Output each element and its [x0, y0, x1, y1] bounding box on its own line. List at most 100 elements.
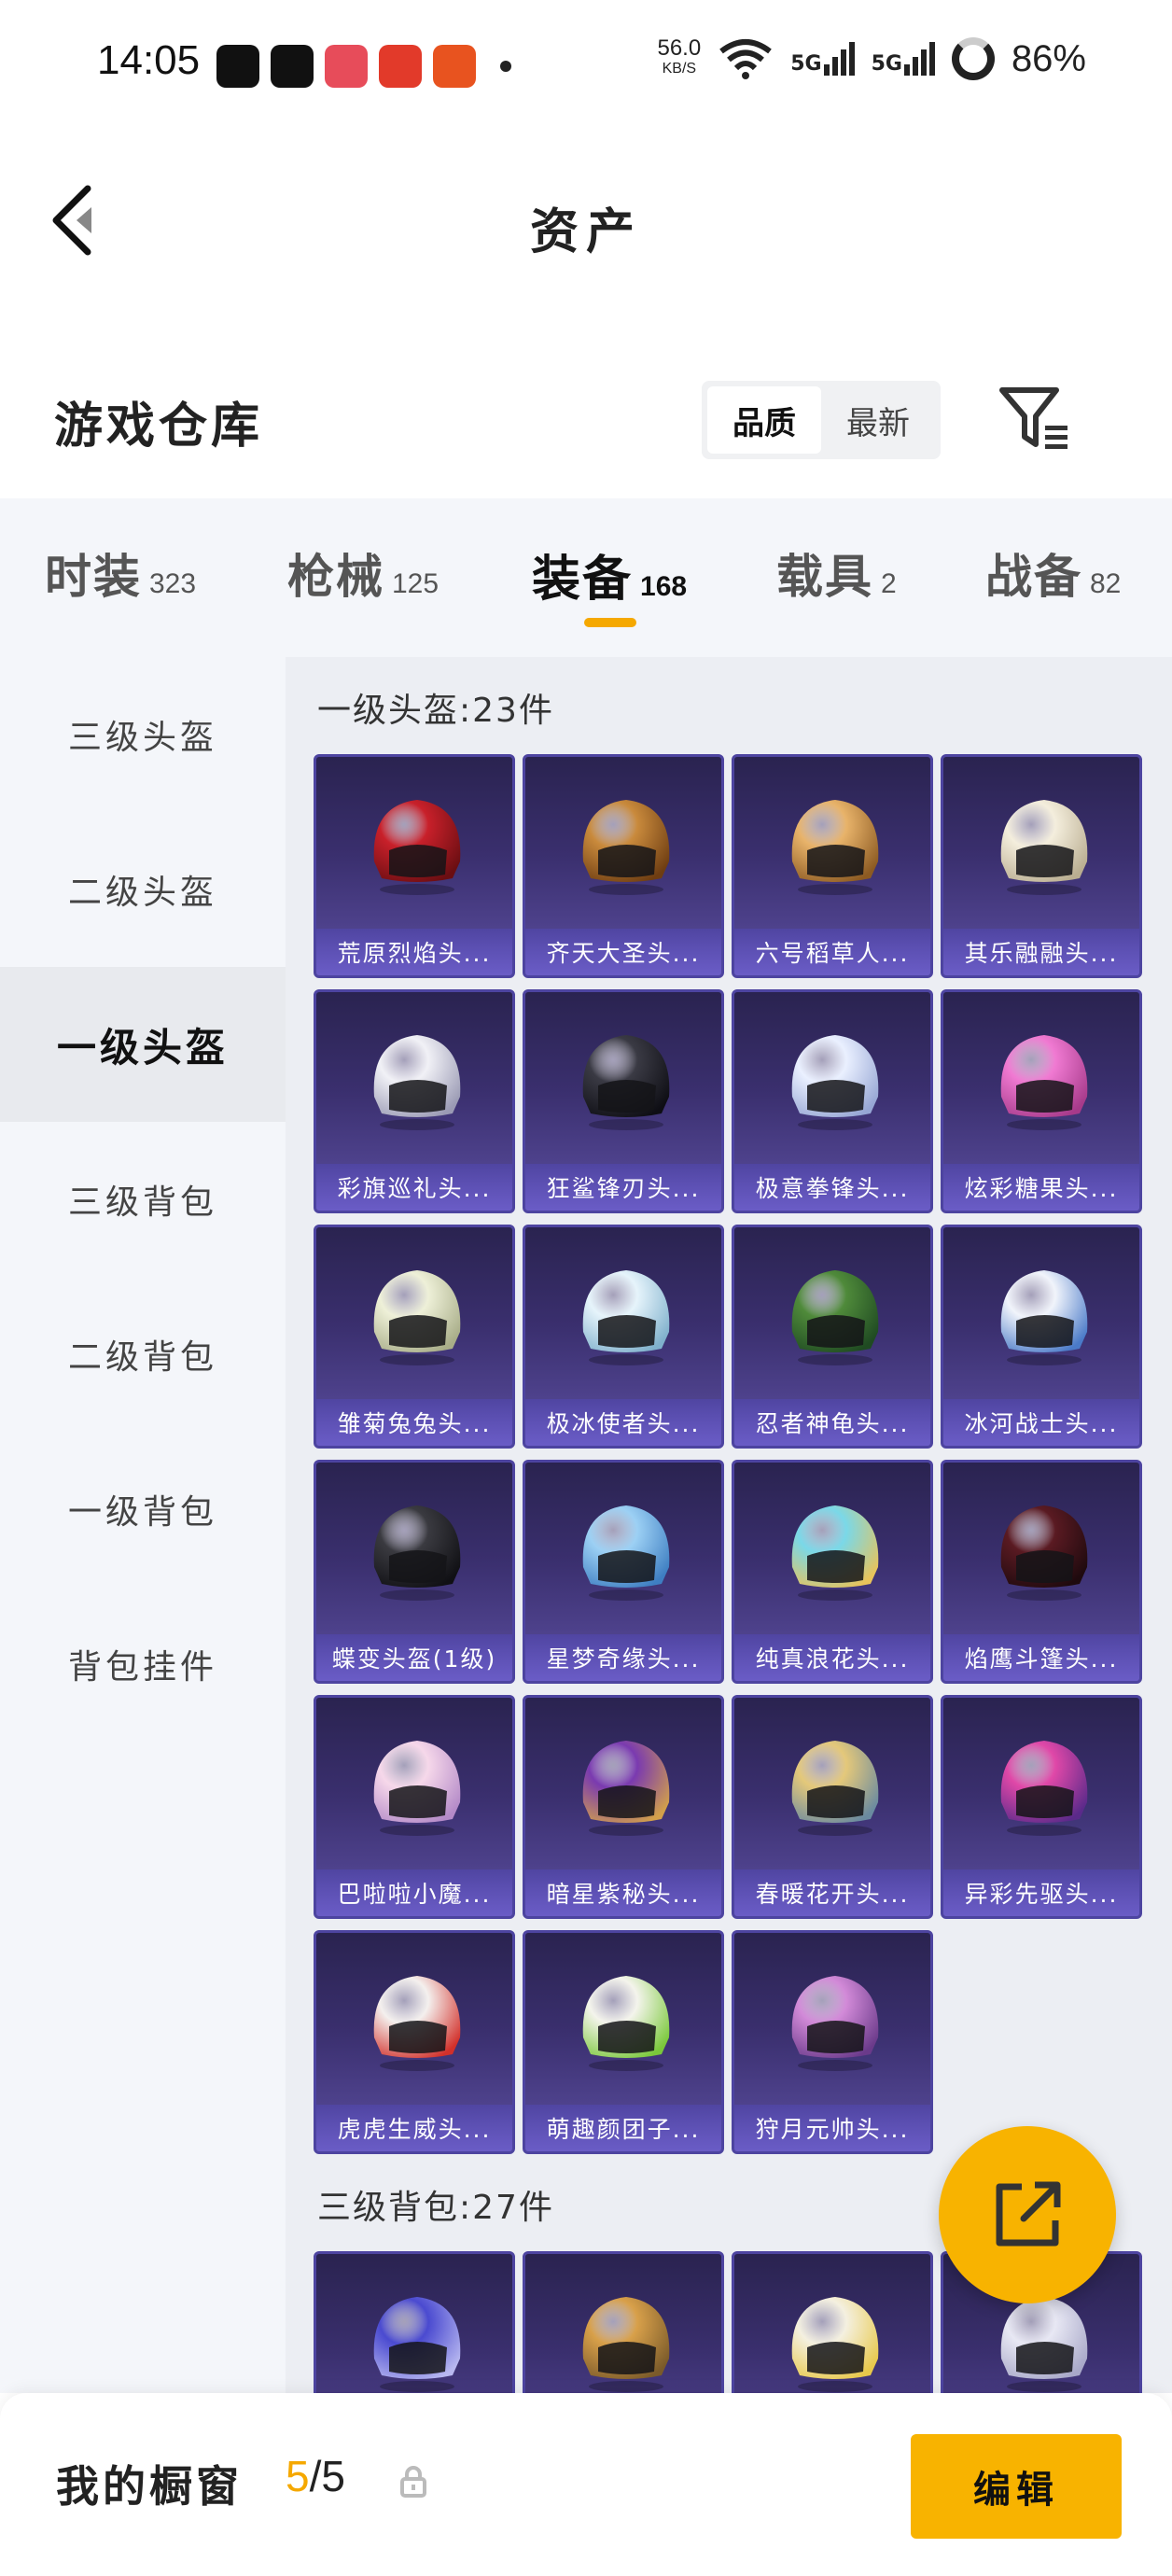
- helmet-card[interactable]: 彩旗巡礼头...: [314, 989, 515, 1213]
- net-speed: 56.0 KB/S: [657, 35, 702, 79]
- signal-2: 5G: [872, 42, 935, 76]
- helmet-card[interactable]: 巴啦啦小魔...: [314, 1695, 515, 1919]
- helmet-card[interactable]: 炫彩糖果头...: [941, 989, 1142, 1213]
- status-right: 56.0 KB/S 5G 5G 86%: [657, 37, 1086, 80]
- tab-count: 125: [392, 568, 440, 599]
- filter-button[interactable]: [998, 385, 1073, 455]
- backpack-card[interactable]: [732, 2251, 933, 2393]
- helmet-card[interactable]: 萌趣颜团子...: [523, 1930, 724, 2154]
- item-name: 狩月元帅头...: [734, 2105, 930, 2151]
- helmet-card[interactable]: 暗星紫秘头...: [523, 1695, 724, 1919]
- sidebar-item-backpack-lv2[interactable]: 二级背包: [0, 1277, 286, 1432]
- tab-count: 168: [640, 571, 688, 602]
- helmet-card[interactable]: 忍者神龟头...: [732, 1225, 933, 1449]
- edit-button[interactable]: 编辑: [911, 2434, 1122, 2539]
- helmet-icon: [791, 1035, 879, 1130]
- showcase-count-sep: /: [309, 2452, 322, 2500]
- page: 14:05 56.0 KB/S 5G 5G 86% 资产 游戏仓库 品质 最新 …: [0, 0, 1172, 2576]
- helmet-card[interactable]: 狂鲨锋刃头...: [523, 989, 724, 1213]
- tab-equipment[interactable]: 装备 168: [532, 539, 687, 609]
- helmet-icon: [1000, 1270, 1088, 1365]
- helmet-card[interactable]: 极冰使者头...: [523, 1225, 724, 1449]
- helmet-card[interactable]: 极意拳锋头...: [732, 989, 933, 1213]
- backpack-card[interactable]: [523, 2251, 724, 2393]
- game-app-icon: [325, 45, 368, 88]
- item-name: 炫彩糖果头...: [943, 1164, 1139, 1211]
- helmet-icon: [791, 800, 879, 895]
- robot-app-icon: [433, 45, 476, 88]
- sidebar: 三级头盔 二级头盔 一级头盔 三级背包 二级背包 一级背包 背包挂件: [0, 657, 286, 2393]
- filter-icon: [999, 387, 1067, 449]
- tab-vehicles[interactable]: 载具 2: [776, 539, 897, 607]
- item-name: 暗星紫秘头...: [525, 1869, 721, 1916]
- share-external-icon: [996, 2181, 1061, 2247]
- helmet-card[interactable]: 六号稻草人...: [732, 754, 933, 978]
- item-name: 巴啦啦小魔...: [316, 1869, 512, 1916]
- helmet-card[interactable]: 蝶变头盔(1级): [314, 1460, 515, 1684]
- helmet-card[interactable]: 荒原烈焰头...: [314, 754, 515, 978]
- helmet-card[interactable]: 异彩先驱头...: [941, 1695, 1142, 1919]
- net-speed-value: 56.0: [657, 35, 702, 61]
- tab-label: 战备: [985, 550, 1082, 604]
- sort-newest-button[interactable]: 最新: [821, 386, 935, 454]
- tab-fashion[interactable]: 时装 323: [45, 539, 196, 607]
- douyin-icon: [216, 45, 259, 88]
- sidebar-item-helmet-lv1[interactable]: 一级头盔: [0, 967, 286, 1122]
- helmet-card[interactable]: 冰河战士头...: [941, 1225, 1142, 1449]
- showcase-count: 5/5: [286, 2451, 345, 2501]
- signal-1-label: 5G: [790, 52, 822, 76]
- helmet-icon: [791, 1976, 879, 2071]
- helmet-icon: [1000, 800, 1088, 895]
- helmet-icon: [373, 1270, 461, 1365]
- helmet-card[interactable]: 狩月元帅头...: [732, 1930, 933, 2154]
- helmet-card[interactable]: 雏菊兔兔头...: [314, 1225, 515, 1449]
- item-name: 其乐融融头...: [943, 929, 1139, 975]
- active-tab-indicator: [584, 618, 636, 627]
- item-name: 忍者神龟头...: [734, 1399, 930, 1446]
- helmet-icon: [791, 1270, 879, 1365]
- item-name: 狂鲨锋刃头...: [525, 1164, 721, 1211]
- sidebar-item-backpack-lv3[interactable]: 三级背包: [0, 1122, 286, 1277]
- tab-label: 枪械: [287, 550, 384, 604]
- notification-icons: [216, 45, 511, 88]
- item-name: 星梦奇缘头...: [525, 1634, 721, 1681]
- helmet-icon: [582, 1976, 670, 2071]
- helmet-card[interactable]: 纯真浪花头...: [732, 1460, 933, 1684]
- item-name: 冰河战士头...: [943, 1399, 1139, 1446]
- more-notifications-icon: [500, 61, 511, 72]
- item-name: 极意拳锋头...: [734, 1164, 930, 1211]
- item-name: 荒原烈焰头...: [316, 929, 512, 975]
- tab-label: 载具: [776, 550, 873, 604]
- sidebar-item-helmet-lv3[interactable]: 三级头盔: [0, 657, 286, 812]
- helmet-card[interactable]: 虎虎生威头...: [314, 1930, 515, 2154]
- showcase-count-current: 5: [286, 2452, 310, 2500]
- category-tabs: 时装 323 枪械 125 装备 168 载具 2 战备 82: [0, 498, 1172, 657]
- shop-app-icon: [379, 45, 422, 88]
- item-name: 齐天大圣头...: [525, 929, 721, 975]
- helmet-icon: [1000, 1741, 1088, 1836]
- sort-toggle: 品质 最新: [702, 381, 941, 459]
- section-title: 一级头盔:23件: [317, 692, 554, 730]
- showcase-bar: 我的橱窗 5/5 编辑: [0, 2393, 1172, 2576]
- helmet-icon: [373, 1741, 461, 1836]
- tab-weapons[interactable]: 枪械 125: [287, 539, 439, 607]
- helmet-card[interactable]: 星梦奇缘头...: [523, 1460, 724, 1684]
- helmet-card[interactable]: 齐天大圣头...: [523, 754, 724, 978]
- status-bar: 14:05 56.0 KB/S 5G 5G 86%: [0, 0, 1172, 131]
- tab-label: 装备: [532, 552, 634, 608]
- item-name: 极冰使者头...: [525, 1399, 721, 1446]
- showcase-count-total: 5: [321, 2452, 345, 2500]
- showcase-label: 我的橱窗: [56, 2461, 243, 2512]
- helmet-card[interactable]: 焰鹰斗篷头...: [941, 1460, 1142, 1684]
- tab-count: 82: [1090, 568, 1122, 599]
- helmet-card[interactable]: 春暖花开头...: [732, 1695, 933, 1919]
- helmet-icon: [582, 1270, 670, 1365]
- sidebar-item-helmet-lv2[interactable]: 二级头盔: [0, 812, 286, 967]
- helmet-card[interactable]: 其乐融融头...: [941, 754, 1142, 978]
- sidebar-item-backpack-lv1[interactable]: 一级背包: [0, 1432, 286, 1587]
- sidebar-item-backpack-charm[interactable]: 背包挂件: [0, 1587, 286, 1742]
- sort-quality-button[interactable]: 品质: [707, 386, 821, 454]
- backpack-card[interactable]: [314, 2251, 515, 2393]
- tab-supplies[interactable]: 战备 82: [985, 539, 1121, 607]
- share-button[interactable]: [939, 2126, 1116, 2303]
